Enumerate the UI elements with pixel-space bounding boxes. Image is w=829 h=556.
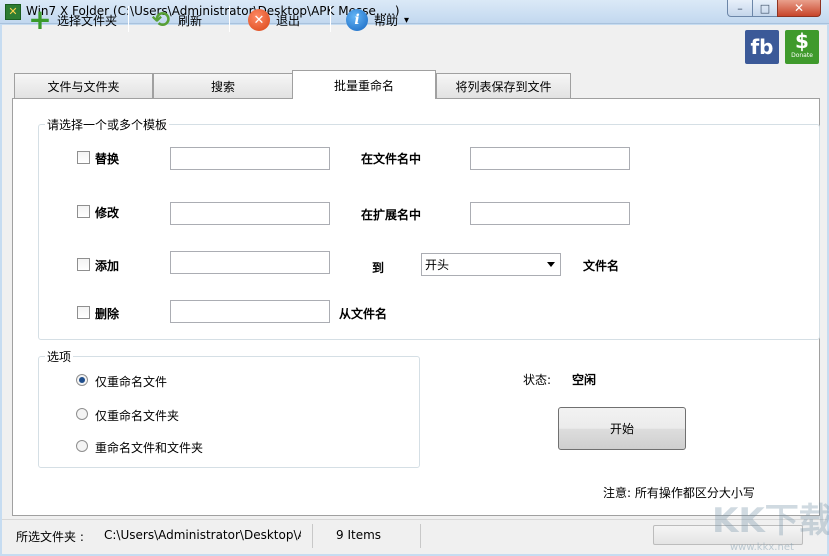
selected-folder-label: 所选文件夹 :	[16, 530, 84, 544]
tab-files-and-folders[interactable]: 文件与文件夹	[14, 73, 153, 99]
tab-label: 文件与文件夹	[47, 80, 120, 94]
chevron-down-icon: ▾	[404, 14, 410, 26]
radio-rename-folders-only[interactable]	[76, 408, 88, 420]
tab-batch-rename[interactable]: 批量重命名	[292, 70, 436, 99]
options-legend: 选项	[45, 348, 74, 365]
help-button[interactable]: i 帮助 ▾	[342, 7, 413, 33]
minimize-button[interactable]: –	[727, 0, 753, 17]
in-extension-label: 在扩展名中	[361, 208, 422, 222]
rename-files-only-label: 仅重命名文件	[95, 375, 168, 389]
start-button[interactable]: 开始	[558, 407, 686, 450]
toolbar-separator	[229, 6, 230, 32]
replace-with-input[interactable]	[470, 147, 630, 170]
select-folder-button[interactable]: + 选择文件夹	[25, 3, 121, 36]
tab-label: 搜索	[210, 80, 235, 94]
from-filename-label: 从文件名	[339, 307, 388, 321]
maximize-button[interactable]: □	[752, 0, 778, 17]
modify-checkbox[interactable]	[77, 205, 90, 218]
toolbar	[2, 25, 827, 65]
tab-label: 批量重命名	[333, 78, 394, 93]
delete-checkbox[interactable]	[77, 306, 90, 319]
tab-label: 将列表保存到文件	[455, 80, 552, 94]
dropdown-arrow-icon	[547, 262, 555, 267]
radio-rename-both[interactable]	[76, 440, 88, 452]
replace-checkbox[interactable]	[77, 151, 90, 164]
position-value: 开头	[425, 258, 450, 272]
exit-icon: ✕	[248, 9, 270, 31]
donate-label: Donate	[791, 52, 813, 59]
info-icon: i	[346, 9, 368, 31]
dollar-icon: $	[795, 29, 809, 53]
selected-folder-path: C:\Users\Administrator\Desktop\A	[104, 528, 301, 542]
statusbar-separator	[420, 524, 421, 548]
radio-rename-files-only[interactable]	[76, 374, 88, 386]
exit-button[interactable]: ✕ 退出	[244, 7, 304, 33]
plus-icon: +	[28, 3, 52, 36]
refresh-button[interactable]: ⟲ 刷新	[146, 7, 206, 33]
modify-label: 修改	[95, 206, 120, 220]
position-select[interactable]: 开头	[421, 253, 561, 276]
filename-label: 文件名	[583, 259, 620, 273]
refresh-icon: ⟲	[151, 7, 171, 33]
to-label: 到	[372, 261, 385, 275]
donate-button[interactable]: $ Donate	[785, 30, 819, 64]
rename-folders-only-label: 仅重命名文件夹	[95, 409, 180, 423]
close-button[interactable]: ✕	[777, 0, 821, 17]
select-folder-label: 选择文件夹	[57, 13, 118, 28]
watermark-url: www.kkx.net	[730, 542, 794, 553]
delete-label: 删除	[95, 307, 120, 321]
minimize-icon: –	[737, 1, 743, 15]
add-label: 添加	[95, 259, 120, 273]
radio-selected-dot	[79, 377, 85, 383]
refresh-label: 刷新	[178, 13, 203, 28]
modify-with-input[interactable]	[470, 202, 630, 225]
watermark-logo: KK下载	[712, 501, 829, 541]
items-count: 9 Items	[336, 528, 382, 542]
replace-find-input[interactable]	[170, 147, 330, 170]
delete-text-input[interactable]	[170, 300, 330, 323]
templates-group: 请选择一个或多个模板	[38, 116, 820, 340]
maximize-icon: □	[759, 1, 771, 15]
rename-both-label: 重命名文件和文件夹	[95, 441, 204, 455]
app-icon: ✕	[5, 4, 21, 20]
tab-search[interactable]: 搜索	[153, 73, 293, 99]
start-label: 开始	[609, 422, 634, 436]
templates-legend: 请选择一个或多个模板	[45, 116, 170, 133]
in-filename-label: 在文件名中	[361, 152, 422, 166]
add-checkbox[interactable]	[77, 258, 90, 271]
toolbar-separator	[128, 6, 129, 32]
exit-label: 退出	[276, 13, 301, 28]
tab-save-list[interactable]: 将列表保存到文件	[436, 73, 571, 99]
close-icon: ✕	[793, 1, 805, 15]
status-label: 状态:	[523, 373, 552, 387]
help-label: 帮助	[374, 13, 399, 28]
facebook-icon[interactable]: fb	[745, 30, 779, 64]
status-value: 空闲	[572, 373, 597, 387]
toolbar-separator	[330, 6, 331, 32]
add-text-input[interactable]	[170, 251, 330, 274]
statusbar-separator	[312, 524, 313, 548]
modify-find-input[interactable]	[170, 202, 330, 225]
replace-label: 替换	[95, 152, 120, 166]
